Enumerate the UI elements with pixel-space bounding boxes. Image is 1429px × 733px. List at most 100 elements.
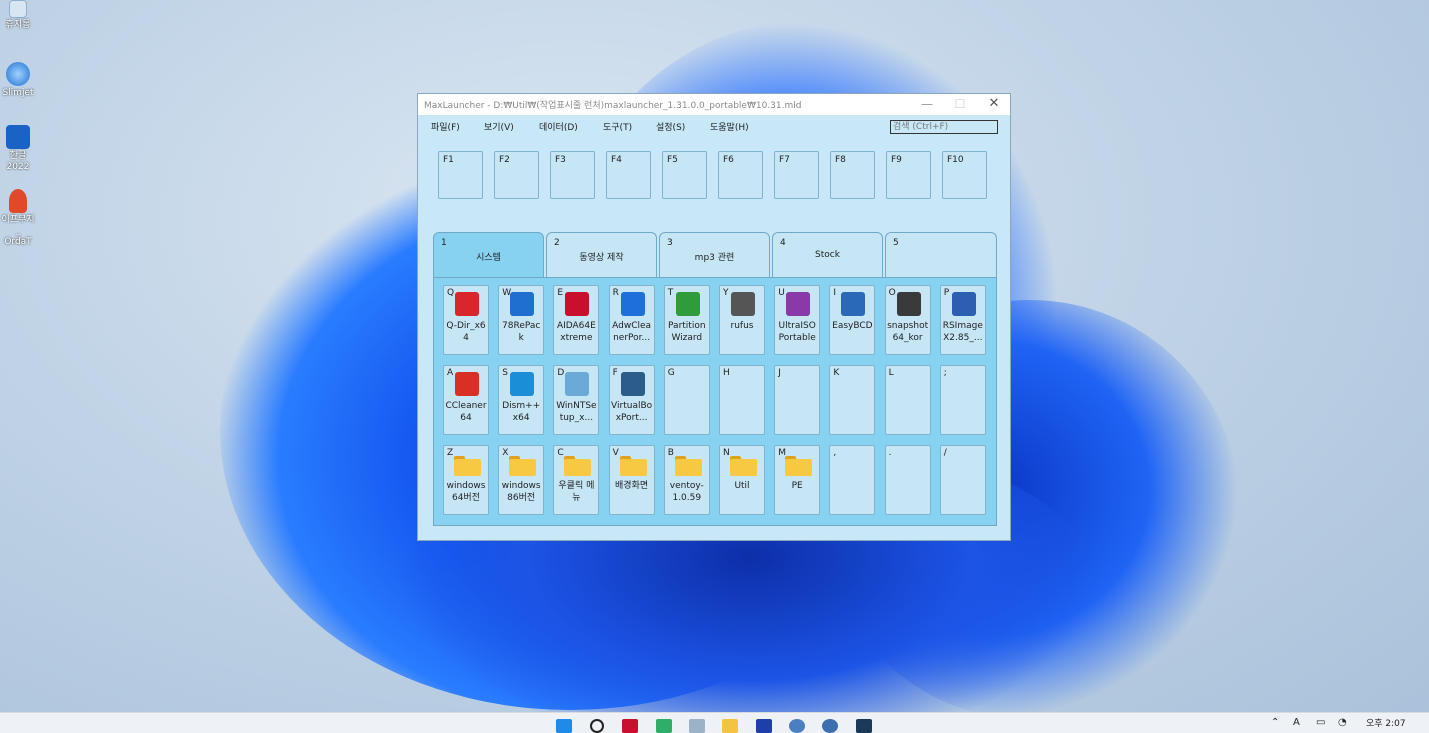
launcher-key[interactable]: Zwindows 64버전 bbox=[443, 445, 489, 515]
launcher-key[interactable]: F VirtualBoxPort... bbox=[608, 365, 655, 435]
hotkey-label: Z bbox=[447, 448, 454, 458]
function-key-f1[interactable]: F1 bbox=[438, 151, 483, 199]
aida64-icon bbox=[565, 292, 590, 316]
function-key-f5[interactable]: F5 bbox=[662, 151, 707, 199]
function-key-f3[interactable]: F3 bbox=[550, 151, 595, 199]
desktop-icon-slimjet[interactable]: Slimjet bbox=[0, 62, 36, 99]
launcher-key-empty[interactable]: ; bbox=[939, 365, 986, 435]
menu-view[interactable]: 보기(V) bbox=[484, 120, 514, 133]
menu-settings[interactable]: 설정(S) bbox=[656, 120, 685, 133]
launcher-key[interactable]: T Partition Wizard bbox=[663, 285, 710, 355]
launcher-key[interactable]: Xwindows 86버전 bbox=[498, 445, 545, 515]
function-key-f8[interactable]: F8 bbox=[830, 151, 875, 199]
function-key-f4[interactable]: F4 bbox=[606, 151, 651, 199]
launcher-key[interactable]: Osnapshot64_kor bbox=[884, 285, 931, 355]
launcher-key-empty[interactable]: / bbox=[939, 445, 986, 515]
launcher-key-name: AdwCleanerPor... bbox=[612, 321, 652, 343]
start-icon[interactable] bbox=[556, 719, 572, 733]
app-taskbar-icon[interactable] bbox=[756, 719, 772, 733]
function-key-f2[interactable]: F2 bbox=[494, 151, 539, 199]
app-taskbar-icon[interactable] bbox=[622, 719, 638, 733]
launcher-key[interactable]: I EasyBCD bbox=[829, 285, 876, 355]
close-button[interactable]: ✕ bbox=[977, 94, 1011, 115]
launcher-key[interactable]: R AdwCleanerPor... bbox=[608, 285, 655, 355]
launcher-key-name: CCleaner64 bbox=[445, 401, 487, 423]
launcher-key[interactable]: P RSImageX2.85_... bbox=[939, 285, 986, 355]
function-key-label: F7 bbox=[779, 155, 790, 165]
desktop-icon-ordat[interactable]: 이프무지_ OrdaT bbox=[0, 189, 36, 248]
launcher-key[interactable]: A CCleaner64 bbox=[443, 365, 489, 435]
rsimagex-icon bbox=[951, 292, 976, 316]
tab-3[interactable]: 3 mp3 관련 bbox=[659, 232, 770, 277]
launcher-key[interactable]: C 우클릭 메뉴 bbox=[553, 445, 600, 515]
hotkey-label: ; bbox=[943, 368, 947, 378]
launcher-key[interactable]: S Dism++x64 bbox=[498, 365, 545, 435]
app-taskbar-icon[interactable] bbox=[656, 719, 672, 733]
function-key-label: F4 bbox=[611, 155, 622, 165]
function-key-f10[interactable]: F10 bbox=[942, 151, 987, 199]
desktop-icon-hangul[interactable]: 한글 2022 bbox=[0, 125, 36, 173]
launcher-key-name: PE bbox=[791, 481, 803, 491]
hotkey-label: Q bbox=[447, 288, 455, 298]
menu-file[interactable]: 파일(F) bbox=[431, 120, 460, 133]
display-icon[interactable]: ▭ bbox=[1316, 717, 1325, 728]
search-input[interactable]: 검색 (Ctrl+F) bbox=[890, 120, 998, 134]
adwcleaner-icon bbox=[620, 292, 645, 316]
function-key-f9[interactable]: F9 bbox=[886, 151, 931, 199]
launcher-key[interactable]: V 배경화면 bbox=[608, 445, 655, 515]
hotkey-label: A bbox=[447, 368, 454, 378]
function-key-label: F9 bbox=[891, 155, 902, 165]
hotkey-label: I bbox=[833, 288, 837, 298]
launcher-key[interactable]: E AIDA64Extreme bbox=[553, 285, 600, 355]
desktop-icon-recycle-bin[interactable]: 휴지통 bbox=[0, 0, 36, 31]
launcher-key-empty[interactable]: L bbox=[884, 365, 931, 435]
tab-label: Stock bbox=[815, 250, 840, 260]
launcher-key-empty[interactable]: H bbox=[719, 365, 765, 435]
launcher-key-name: windows 64버전 bbox=[446, 481, 486, 503]
file-explorer-icon[interactable] bbox=[722, 719, 738, 733]
desktop-icon-label: 휴지통 bbox=[5, 20, 31, 30]
launcher-key[interactable]: U UltraISO Portable bbox=[774, 285, 821, 355]
ccleaner-icon bbox=[455, 372, 479, 396]
launcher-key[interactable]: W 78RePack bbox=[498, 285, 545, 355]
menu-data[interactable]: 데이터(D) bbox=[539, 120, 578, 133]
launcher-key-empty[interactable]: J bbox=[774, 365, 821, 435]
clock-time[interactable]: 오후 2:07 bbox=[1366, 716, 1406, 729]
launcher-key[interactable]: N Util bbox=[719, 445, 765, 515]
app-taskbar-icon[interactable] bbox=[689, 719, 705, 733]
launcher-key-empty[interactable]: G bbox=[663, 365, 710, 435]
tab-1[interactable]: 1 시스템 bbox=[433, 232, 544, 278]
chevron-up-icon[interactable]: ⌃ bbox=[1271, 717, 1279, 728]
function-key-f7[interactable]: F7 bbox=[774, 151, 819, 199]
launcher-key[interactable]: Q Q-Dir_x64 bbox=[443, 285, 489, 355]
tab-4[interactable]: 4 Stock bbox=[772, 232, 883, 277]
launcher-key-name: VirtualBoxPort... bbox=[611, 401, 653, 423]
browser-icon[interactable] bbox=[822, 719, 838, 733]
menu-help[interactable]: 도움말(H) bbox=[710, 120, 749, 133]
launcher-key[interactable]: M PE bbox=[774, 445, 821, 515]
search-icon[interactable] bbox=[590, 719, 604, 733]
launcher-key-name: EasyBCD bbox=[832, 321, 873, 331]
launcher-key-empty[interactable]: , bbox=[829, 445, 876, 515]
browser-icon[interactable] bbox=[789, 719, 805, 733]
maximize-button[interactable]: ☐ bbox=[943, 94, 977, 115]
launcher-key-name: 배경화면 bbox=[615, 481, 649, 491]
network-icon[interactable]: ◔ bbox=[1338, 717, 1347, 728]
tab-2[interactable]: 2 동영상 제작 bbox=[546, 232, 657, 277]
maxlauncher-taskbar-icon[interactable] bbox=[856, 719, 872, 733]
hotkey-label: X bbox=[502, 448, 509, 458]
hotkey-label: G bbox=[667, 368, 675, 378]
function-key-f6[interactable]: F6 bbox=[718, 151, 763, 199]
minimize-button[interactable]: — bbox=[910, 94, 944, 115]
menu-tools[interactable]: 도구(T) bbox=[603, 120, 632, 133]
launcher-key-empty[interactable]: K bbox=[829, 365, 876, 435]
hotkey-label: Y bbox=[723, 288, 729, 298]
ime-indicator[interactable]: A bbox=[1293, 717, 1300, 728]
title-bar[interactable]: MaxLauncher - D:₩Util₩(작업표시줄 런처)maxlaunc… bbox=[418, 94, 1010, 115]
launcher-key[interactable]: D WinNTSetup_x... bbox=[553, 365, 600, 435]
launcher-key-empty[interactable]: . bbox=[884, 445, 931, 515]
launcher-key[interactable]: Bventoy-1.0.59 bbox=[663, 445, 710, 515]
tab-5[interactable]: 5 bbox=[885, 232, 997, 277]
function-key-label: F8 bbox=[835, 155, 846, 165]
launcher-key[interactable]: Yrufus bbox=[719, 285, 765, 355]
